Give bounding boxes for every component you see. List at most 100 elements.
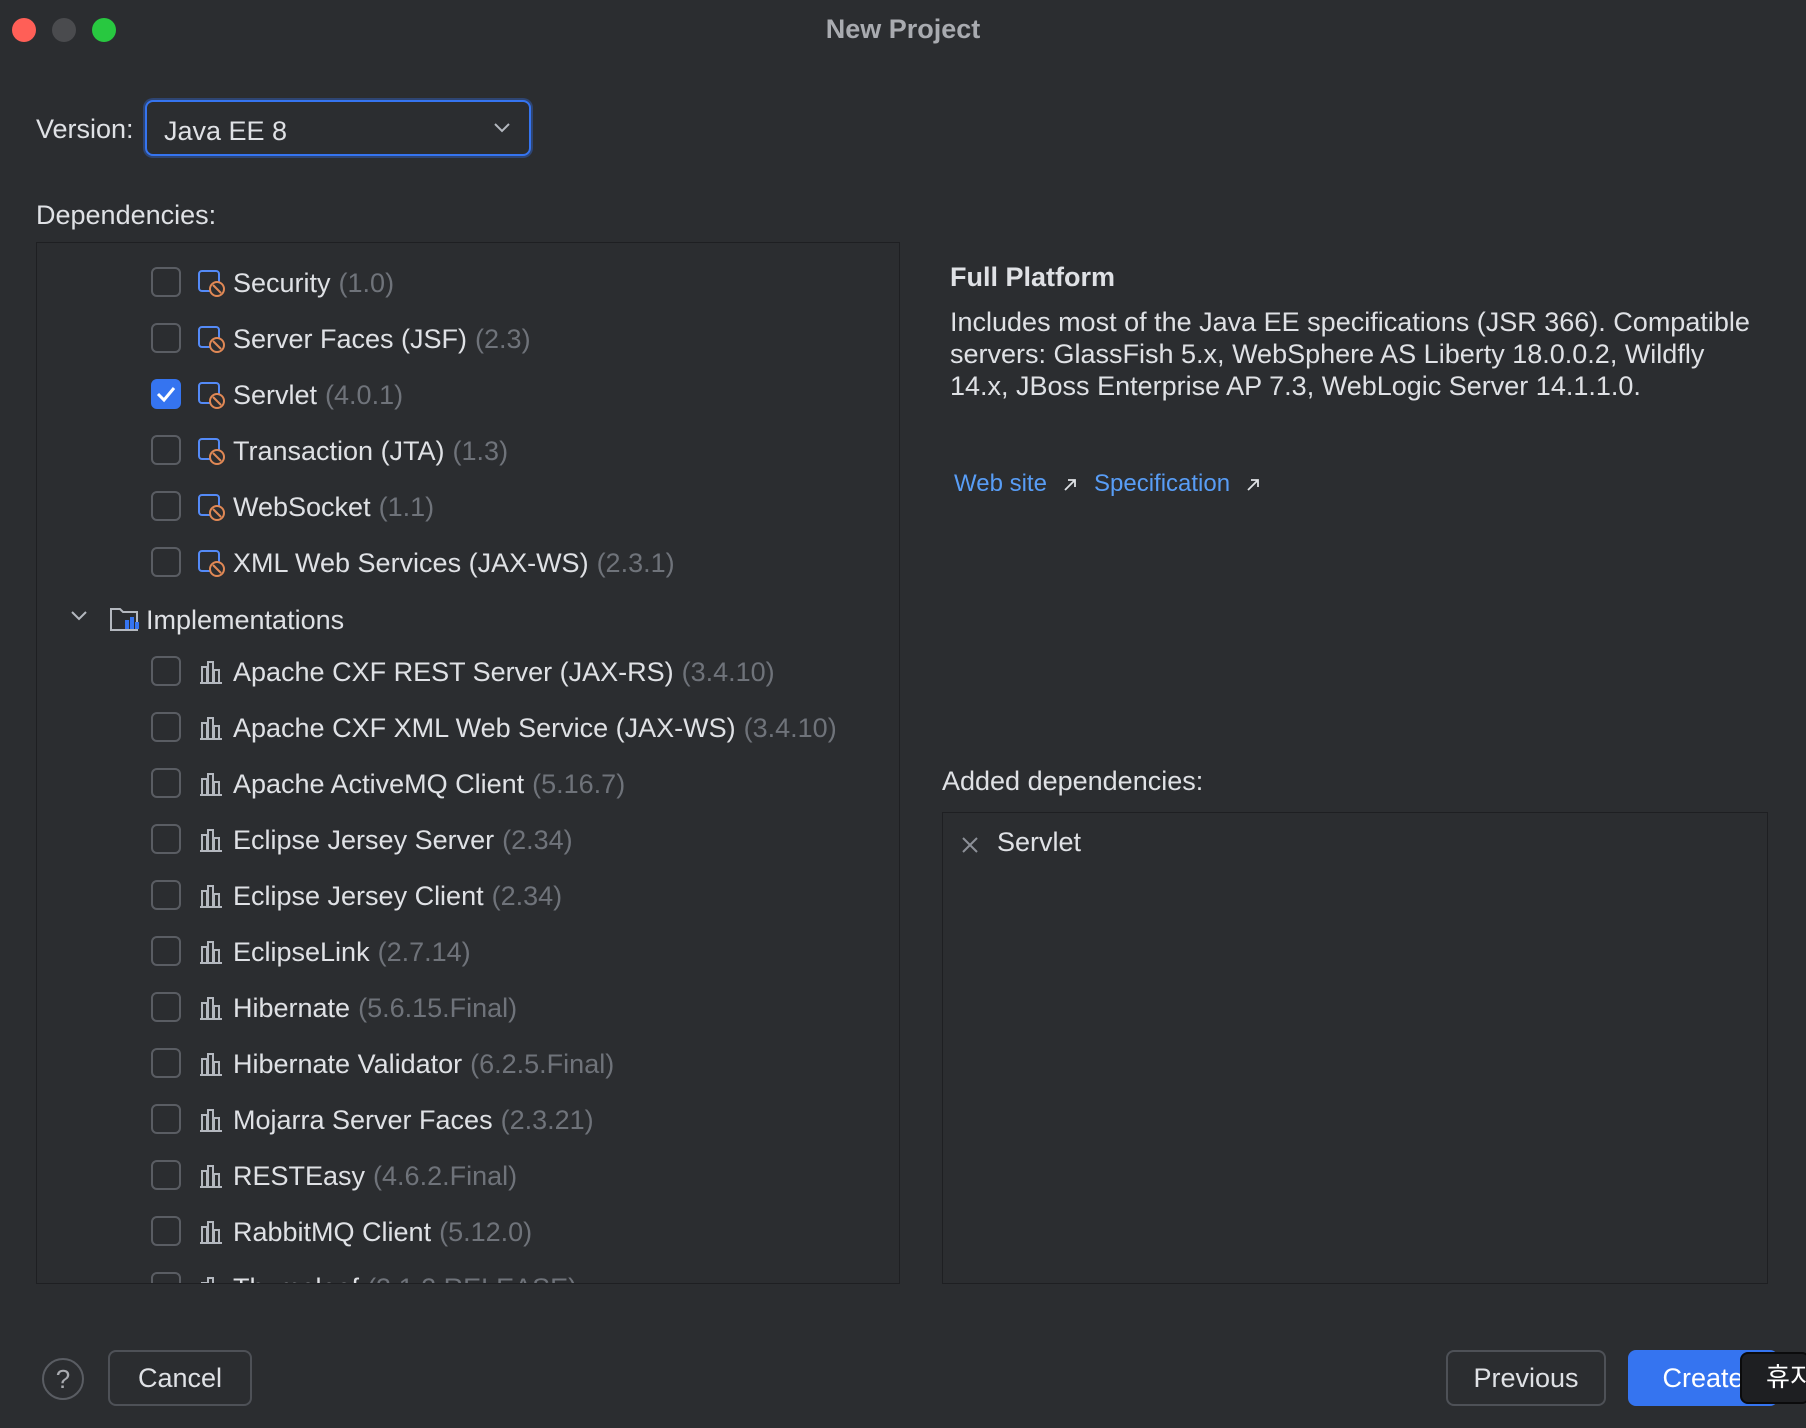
dependency-version: (5.12.0)	[439, 1217, 533, 1247]
checkbox[interactable]	[151, 992, 181, 1022]
added-dependencies-list: Servlet	[942, 812, 1768, 1284]
previous-button[interactable]: Previous	[1446, 1350, 1606, 1406]
specification-icon	[198, 326, 225, 353]
dependency-label: Security (1.0)	[233, 268, 394, 299]
dependency-version: (4.0.1)	[325, 380, 404, 410]
checkbox[interactable]	[151, 768, 181, 798]
checkbox[interactable]	[151, 824, 181, 854]
checkbox[interactable]	[151, 1272, 181, 1283]
dependency-row[interactable]: Server Faces (JSF) (2.3)	[37, 316, 897, 360]
library-icon	[200, 717, 222, 740]
group-label: Implementations	[146, 605, 345, 635]
dependency-name: Mojarra Server Faces	[233, 1105, 493, 1135]
dependency-row[interactable]: Security (1.0)	[37, 260, 897, 304]
dependency-version: (2.3)	[475, 324, 531, 354]
library-icon	[200, 1053, 222, 1076]
checkbox[interactable]	[151, 1216, 181, 1246]
dependency-name: Apache CXF XML Web Service (JAX-WS)	[233, 713, 736, 743]
checkbox[interactable]	[151, 547, 181, 577]
library-icon	[200, 885, 222, 908]
dependency-row[interactable]: RESTEasy (4.6.2.Final)	[37, 1153, 897, 1197]
checkbox[interactable]	[151, 880, 181, 910]
added-dependencies-label: Added dependencies:	[942, 766, 1204, 796]
checkbox[interactable]	[151, 1104, 181, 1134]
dependency-row[interactable]: Eclipse Jersey Client (2.34)	[37, 873, 897, 917]
checkbox[interactable]	[151, 712, 181, 742]
dependency-label: Hibernate Validator (6.2.5.Final)	[233, 1049, 614, 1080]
library-icon	[200, 997, 222, 1020]
dependency-label: Eclipse Jersey Client (2.34)	[233, 881, 562, 912]
external-link-icon	[1063, 478, 1076, 491]
checkbox-checked[interactable]	[151, 379, 181, 409]
dependency-version: (5.16.7)	[532, 769, 626, 799]
added-item-label: Servlet	[997, 827, 1082, 857]
version-label: Version:	[36, 114, 134, 144]
dependency-row[interactable]: WebSocket (1.1)	[37, 484, 897, 528]
specification-icon	[198, 438, 225, 465]
dependency-name: RESTEasy	[233, 1161, 366, 1191]
checkbox[interactable]	[151, 936, 181, 966]
dependency-row[interactable]: EclipseLink (2.7.14)	[37, 929, 897, 973]
dependency-version: (2.3.1)	[596, 548, 675, 578]
dependency-row[interactable]: RabbitMQ Client (5.12.0)	[37, 1209, 897, 1253]
library-icon	[200, 1109, 222, 1132]
dependency-row[interactable]: Transaction (JTA) (1.3)	[37, 428, 897, 472]
dependency-row[interactable]: Apache CXF XML Web Service (JAX-WS) (3.4.…	[37, 705, 897, 749]
dependency-name: Security	[233, 268, 331, 298]
dependency-version: (2.34)	[491, 881, 563, 911]
dependency-label: Transaction (JTA) (1.3)	[233, 436, 508, 467]
dependency-tree[interactable]: Security (1.0) Server Faces (JSF) (2.3) Serv…	[36, 242, 900, 1284]
library-icon	[200, 661, 222, 684]
library-icon	[200, 941, 222, 964]
specification-icon	[198, 270, 225, 297]
dependency-name: RabbitMQ Client	[233, 1217, 432, 1247]
checkbox[interactable]	[151, 491, 181, 521]
help-button[interactable]: ?	[42, 1358, 84, 1400]
checkbox[interactable]	[151, 267, 181, 297]
dependency-row[interactable]: Servlet (4.0.1)	[37, 372, 897, 416]
chevron-down-icon[interactable]	[69, 609, 89, 623]
dependency-name: Server Faces (JSF)	[233, 324, 468, 354]
dependency-version: (1.1)	[378, 492, 435, 522]
dependency-name: Thymeleaf	[233, 1273, 359, 1283]
dependency-row[interactable]: Hibernate (5.6.15.Final)	[37, 985, 897, 1029]
dependency-row[interactable]: Eclipse Jersey Server (2.34)	[37, 817, 897, 861]
specification-icon	[198, 494, 225, 521]
library-icon	[201, 1277, 214, 1283]
group-implementations[interactable]: Implementations	[37, 597, 897, 641]
dependency-row[interactable]: Apache ActiveMQ Client (5.16.7)	[37, 761, 897, 805]
dependency-version: (1.0)	[338, 268, 395, 298]
dependency-row[interactable]: Mojarra Server Faces (2.3.21)	[37, 1097, 897, 1141]
checkbox[interactable]	[151, 323, 181, 353]
dependency-row[interactable]: Hibernate Validator (6.2.5.Final)	[37, 1041, 897, 1085]
folder-library-icon	[110, 608, 139, 631]
checkbox[interactable]	[151, 1048, 181, 1078]
version-value: Java EE 8	[164, 116, 288, 146]
website-link[interactable]: Web site	[954, 470, 1078, 498]
specification-link[interactable]: Specification	[1094, 470, 1261, 498]
version-select[interactable]: Java EE 8	[145, 100, 531, 156]
dependency-label: Apache CXF XML Web Service (JAX-WS) (3.4.…	[233, 713, 837, 744]
dependency-row[interactable]: Apache CXF REST Server (JAX-RS) (3.4.10)	[37, 649, 897, 693]
dependency-row[interactable]: Thymeleaf (3.1.2.RELEASE)	[37, 1265, 897, 1283]
dependency-version: (3.4.10)	[681, 657, 775, 687]
checkbox[interactable]	[151, 656, 181, 686]
chevron-down-icon	[494, 123, 510, 133]
dependency-name: Hibernate Validator	[233, 1049, 463, 1079]
dependency-name: EclipseLink	[233, 937, 370, 967]
checkbox[interactable]	[151, 435, 181, 465]
dependency-label: Apache CXF REST Server (JAX-RS) (3.4.10)	[233, 657, 775, 688]
checkbox[interactable]	[151, 1160, 181, 1190]
remove-icon[interactable]	[959, 834, 981, 856]
cancel-button[interactable]: Cancel	[108, 1350, 252, 1406]
dependency-name: Hibernate	[233, 993, 351, 1023]
input-method-indicator: 휴지	[1740, 1352, 1806, 1404]
window-title: New Project	[825, 14, 981, 44]
platform-title: Full Platform	[950, 262, 1116, 292]
dependency-label: Eclipse Jersey Server (2.34)	[233, 825, 573, 856]
website-link-label: Web site	[954, 470, 1047, 497]
dependency-name: XML Web Services (JAX-WS)	[233, 548, 589, 578]
dependency-label: XML Web Services (JAX-WS) (2.3.1)	[233, 548, 675, 579]
dependency-version: (2.3.21)	[500, 1105, 594, 1135]
dependency-row[interactable]: XML Web Services (JAX-WS) (2.3.1)	[37, 540, 897, 584]
